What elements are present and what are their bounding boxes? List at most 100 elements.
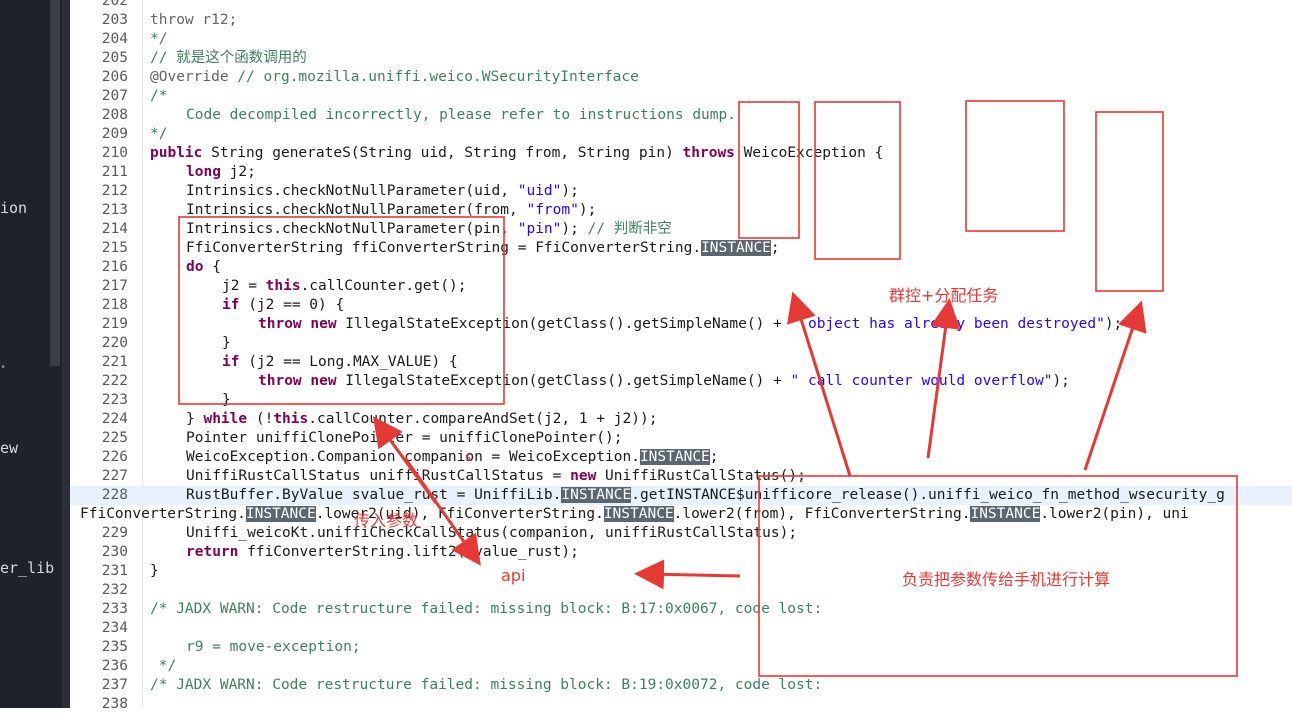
code-text: Intrinsics.checkNotNullParameter(from, "… [186, 201, 596, 220]
code-text: j2 = this.callCounter.get(); [222, 277, 466, 296]
code-line[interactable]: 229 Uniffi_weicoKt.uniffiCheckCallStatus(… [70, 524, 1292, 543]
line-number: 229 [101, 525, 128, 541]
code-line[interactable]: 210 public String generateS(String uid, S… [70, 144, 1292, 163]
line-number: 215 [101, 240, 128, 256]
line-number: 220 [101, 335, 128, 351]
code-line[interactable]: 225 Pointer uniffiClonePointer = uniffiCl… [70, 429, 1292, 448]
code-token: */ [150, 31, 168, 47]
code-token: this [265, 278, 301, 294]
code-token: "uid" [517, 183, 562, 199]
code-line[interactable]: 237 /* JADX WARN: Code restructure failed… [70, 676, 1292, 695]
code-line[interactable]: 203 throw r12; [70, 11, 1292, 30]
code-line[interactable]: 216 do { [70, 258, 1292, 277]
code-text: } [222, 334, 231, 353]
code-token: .callCounter.compareAndSet(j2, 1 + j2)); [308, 411, 658, 427]
line-number: 223 [101, 392, 128, 408]
code-line[interactable]: 224} while (!this.callCounter.compareAnd… [70, 410, 1292, 429]
line-number: 221 [101, 354, 128, 370]
code-line[interactable]: 202 [70, 0, 1292, 11]
code-token: INSTANCE [639, 449, 710, 465]
code-line[interactable]: 227 UniffiRustCallStatus uniffiRustCallSt… [70, 467, 1292, 486]
line-number: 208 [101, 107, 128, 123]
code-line[interactable]: 235 r9 = move-exception; [70, 638, 1292, 657]
code-line[interactable]: 205 // 就是这个函数调用的 [70, 49, 1292, 68]
sidebar-item-label[interactable]: ion [0, 199, 27, 217]
code-line[interactable]: 212 Intrinsics.checkNotNullParameter(uid,… [70, 182, 1292, 201]
line-number: 216 [101, 259, 128, 275]
sidebar-scrollbar[interactable] [50, 0, 60, 366]
code-line[interactable]: 204 */ [70, 30, 1292, 49]
line-number: 233 [101, 601, 128, 617]
code-token: IllegalStateException(getClass().getSimp… [336, 373, 791, 389]
code-line[interactable]: 234 [70, 619, 1292, 638]
code-line[interactable]: 236 */ [70, 657, 1292, 676]
line-number: 218 [101, 297, 128, 313]
line-number: 203 [101, 12, 128, 28]
annotation-label: 传入参数 [354, 511, 419, 530]
code-token: RustBuffer.ByValue svalue_rust = UniffiL… [186, 487, 562, 503]
code-token: INSTANCE [561, 487, 632, 503]
code-text: @Override // org.mozilla.uniffi.weico.WS… [150, 68, 639, 87]
code-line[interactable]: 230 return ffiConverterString.lift2(svalu… [70, 543, 1292, 562]
line-number: 214 [101, 221, 128, 237]
code-token: WeicoException { [734, 145, 884, 161]
code-token: } [186, 411, 204, 427]
code-line[interactable]: 226 WeicoException.Companion companion = … [70, 448, 1292, 467]
code-line[interactable]: 215 FfiConverterString ffiConverterString… [70, 239, 1292, 258]
code-token: // org.mozilla.uniffi.weico.WSecurityInt… [228, 69, 639, 85]
code-token: (j2 == 0) { [239, 297, 345, 313]
line-number: 205 [101, 50, 128, 66]
code-text: do { [186, 258, 221, 277]
line-number: 234 [101, 620, 128, 636]
code-line[interactable]: 207 /* [70, 87, 1292, 106]
code-line[interactable]: 211 long j2; [70, 163, 1292, 182]
sidebar-item-label[interactable]: ew [0, 439, 18, 457]
code-line[interactable]: 219 throw new IllegalStateException(getCl… [70, 315, 1292, 334]
code-line[interactable]: 220} [70, 334, 1292, 353]
code-line[interactable]: 214 Intrinsics.checkNotNullParameter(pin,… [70, 220, 1292, 239]
line-number: 224 [101, 411, 128, 427]
code-text: FfiConverterString.INSTANCE.lower2(uid),… [80, 505, 1189, 524]
line-number: 230 [101, 544, 128, 560]
code-line[interactable]: 238 [70, 695, 1292, 714]
code-text: */ [150, 30, 167, 49]
code-token: @Override [150, 69, 229, 85]
code-line[interactable]: 222 throw new IllegalStateException(getCl… [70, 372, 1292, 391]
annotation-label: s [465, 450, 472, 464]
code-token: long [186, 164, 221, 180]
code-token: { [203, 259, 221, 275]
code-line[interactable]: 221 if (j2 == Long.MAX_VALUE) { [70, 353, 1292, 372]
code-line[interactable]: FfiConverterString.INSTANCE.lower2(uid),… [70, 505, 1292, 524]
code-text: */ [150, 657, 176, 676]
code-token: IllegalStateException(getClass().getSimp… [336, 316, 791, 332]
code-token: ); [1104, 316, 1123, 332]
code-token: FfiConverterString. [80, 506, 246, 522]
code-line[interactable]: 206 @Override // org.mozilla.uniffi.weico… [70, 68, 1292, 87]
code-line[interactable]: 209 */ [70, 125, 1292, 144]
code-text: /* JADX WARN: Code restructure failed: m… [150, 600, 822, 619]
code-token: /* JADX WARN: Code restructure failed: m… [150, 677, 823, 693]
code-text: } [222, 391, 231, 410]
line-number: 238 [101, 696, 128, 712]
panel-divider[interactable] [62, 0, 70, 708]
line-number: 235 [101, 639, 128, 655]
code-token: do [186, 259, 204, 275]
code-token: INSTANCE [701, 240, 771, 256]
line-number: 210 [101, 145, 128, 161]
code-text: // 就是这个函数调用的 [150, 49, 307, 68]
code-line[interactable]: 208 Code decompiled incorrectly, please r… [70, 106, 1292, 125]
code-line[interactable]: 213 Intrinsics.checkNotNullParameter(from… [70, 201, 1292, 220]
code-line[interactable]: 223} [70, 391, 1292, 410]
code-line[interactable]: 228 RustBuffer.ByValue svalue_rust = Unif… [70, 486, 1292, 505]
code-token: */ [150, 126, 168, 142]
code-line[interactable]: 217 j2 = this.callCounter.get(); [70, 277, 1292, 296]
line-number: 212 [101, 183, 128, 199]
code-text: RustBuffer.ByValue svalue_rust = UniffiL… [186, 486, 1225, 505]
code-line[interactable]: 233 /* JADX WARN: Code restructure failed… [70, 600, 1292, 619]
code-line[interactable]: 218 if (j2 == 0) { [70, 296, 1292, 315]
code-token: Pointer uniffiClonePointer = uniffiClone… [186, 430, 623, 446]
line-number: 225 [101, 430, 128, 446]
code-token: while [203, 411, 248, 427]
sidebar-item-label[interactable]: er_lib [0, 559, 54, 577]
code-token: INSTANCE [245, 506, 316, 522]
